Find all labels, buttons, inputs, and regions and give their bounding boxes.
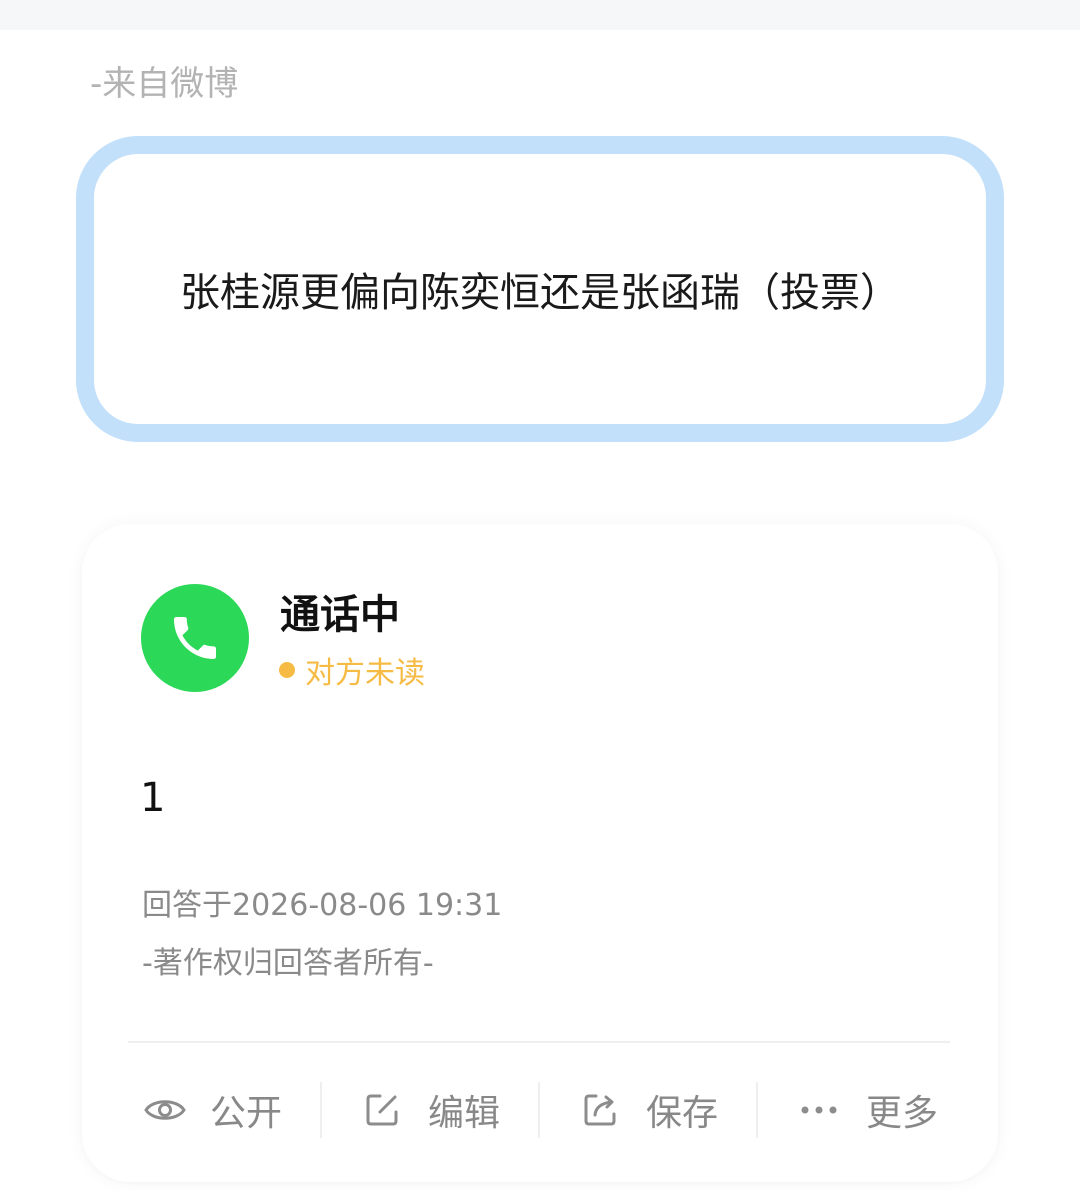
edit-button[interactable]: 编辑	[364, 1072, 500, 1148]
save-button[interactable]: 保存	[582, 1072, 718, 1148]
more-button[interactable]: 更多	[800, 1072, 938, 1148]
action-separator	[320, 1082, 322, 1138]
phone-icon	[174, 617, 216, 659]
public-label: 公开	[210, 1093, 283, 1134]
more-icon	[800, 1105, 838, 1115]
answer-timestamp: 回答于2026-08-06 19:31	[142, 888, 503, 923]
status-dot	[279, 662, 295, 678]
share-icon	[582, 1092, 618, 1128]
call-title: 通话中	[280, 592, 400, 638]
action-bar: 公开 编辑 保存 更多	[82, 1072, 998, 1148]
copyright-notice: -著作权归回答者所有-	[142, 946, 434, 981]
edit-label: 编辑	[428, 1093, 501, 1134]
public-button[interactable]: 公开	[144, 1072, 282, 1148]
more-label: 更多	[866, 1093, 939, 1134]
read-status: 对方未读	[279, 650, 425, 691]
answer-body: 1	[140, 775, 166, 821]
avatar[interactable]	[141, 584, 249, 692]
save-label: 保存	[646, 1093, 719, 1134]
action-separator	[756, 1082, 758, 1138]
question-card[interactable]: 张桂源更偏向陈奕恒还是张函瑞（投票）	[76, 136, 1004, 442]
divider	[128, 1041, 950, 1043]
top-bar	[0, 0, 1080, 30]
source-label: -来自微博	[90, 64, 239, 104]
question-title: 张桂源更偏向陈奕恒还是张函瑞（投票）	[180, 270, 900, 316]
status-text: 对方未读	[305, 656, 425, 691]
eye-icon	[144, 1095, 186, 1125]
edit-icon	[364, 1092, 400, 1128]
answer-card: 通话中 对方未读 1 回答于2026-08-06 19:31 -著作权归回答者所…	[82, 524, 998, 1182]
action-separator	[538, 1082, 540, 1138]
